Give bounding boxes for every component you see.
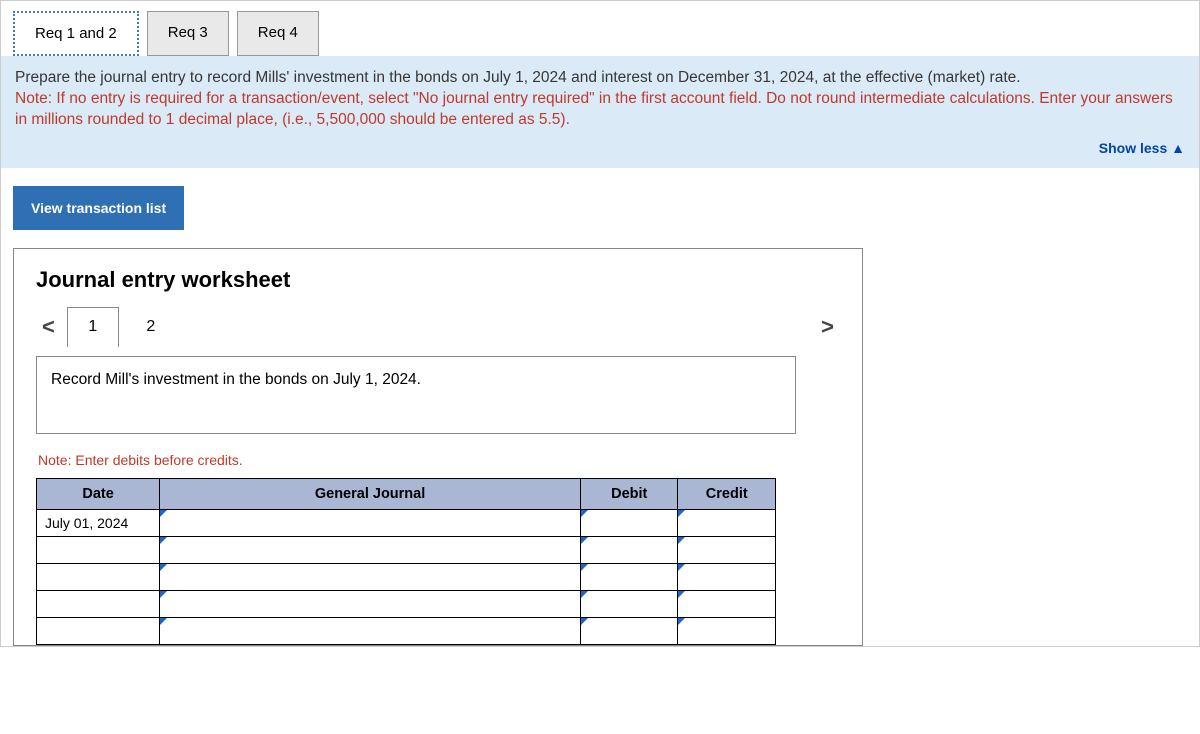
table-row (37, 563, 776, 590)
caret-up-icon: ▲ (1171, 140, 1185, 156)
journal-table: Date General Journal Debit Credit July 0… (36, 478, 776, 645)
header-credit: Credit (678, 478, 776, 509)
pager-left: < 1 2 (36, 307, 177, 347)
cell-date[interactable] (37, 536, 160, 563)
view-transaction-list-button[interactable]: View transaction list (13, 186, 184, 230)
tabs-row: Req 1 and 2 Req 3 Req 4 (1, 1, 1199, 56)
table-row: July 01, 2024 (37, 509, 776, 536)
instructions-main: Prepare the journal entry to record Mill… (15, 69, 1021, 86)
cell-date[interactable] (37, 617, 160, 644)
cell-general-journal[interactable] (160, 536, 581, 563)
table-row (37, 590, 776, 617)
tab-req-1-2[interactable]: Req 1 and 2 (13, 11, 139, 56)
cell-date[interactable] (37, 590, 160, 617)
cell-credit[interactable] (678, 536, 776, 563)
header-general-journal: General Journal (160, 478, 581, 509)
pager-row: < 1 2 > (36, 307, 840, 347)
entry-note: Note: Enter debits before credits. (38, 452, 840, 468)
show-less-label: Show less (1099, 140, 1167, 156)
cell-debit[interactable] (580, 617, 678, 644)
worksheet-box: Journal entry worksheet < 1 2 > Record M… (13, 248, 863, 646)
cell-credit[interactable] (678, 509, 776, 536)
show-less-toggle[interactable]: Show less ▲ (15, 139, 1185, 158)
cell-general-journal[interactable] (160, 509, 581, 536)
cell-date[interactable] (37, 563, 160, 590)
cell-debit[interactable] (580, 509, 678, 536)
entry-description: Record Mill's investment in the bonds on… (36, 356, 796, 434)
chevron-left-icon[interactable]: < (36, 314, 61, 340)
tab-req-3[interactable]: Req 3 (147, 11, 229, 56)
instructions-panel: Prepare the journal entry to record Mill… (1, 56, 1199, 168)
table-row (37, 536, 776, 563)
chevron-right-icon[interactable]: > (815, 314, 840, 340)
tab-req-4[interactable]: Req 4 (237, 11, 319, 56)
header-date: Date (37, 478, 160, 509)
instructions-note: Note: If no entry is required for a tran… (15, 90, 1173, 128)
cell-date[interactable]: July 01, 2024 (37, 509, 160, 536)
cell-debit[interactable] (580, 536, 678, 563)
page-2-button[interactable]: 2 (125, 307, 177, 347)
cell-general-journal[interactable] (160, 617, 581, 644)
cell-general-journal[interactable] (160, 590, 581, 617)
cell-general-journal[interactable] (160, 563, 581, 590)
cell-debit[interactable] (580, 563, 678, 590)
cell-credit[interactable] (678, 563, 776, 590)
header-debit: Debit (580, 478, 678, 509)
cell-debit[interactable] (580, 590, 678, 617)
main-container: Req 1 and 2 Req 3 Req 4 Prepare the jour… (0, 0, 1200, 647)
page-1-button[interactable]: 1 (67, 307, 119, 347)
cell-credit[interactable] (678, 590, 776, 617)
table-row (37, 617, 776, 644)
cell-credit[interactable] (678, 617, 776, 644)
worksheet-title: Journal entry worksheet (36, 267, 840, 293)
